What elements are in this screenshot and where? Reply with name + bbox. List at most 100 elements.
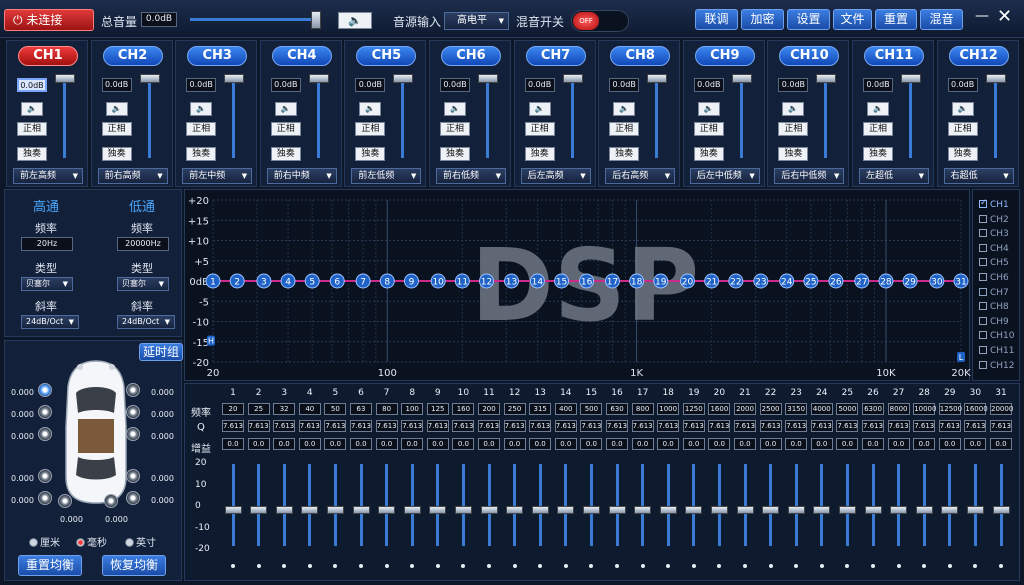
channel-solo-button[interactable]: 独奏 [524, 147, 555, 161]
reset-eq-button[interactable]: 重置均衡 [18, 555, 82, 576]
eq-gain-input[interactable]: 0.0 [759, 438, 782, 450]
legend-item-ch5[interactable]: CH5 [979, 258, 1009, 268]
eq-gain-input[interactable]: 0.0 [913, 438, 936, 450]
eq-gain-input[interactable]: 0.0 [862, 438, 884, 450]
channel-gain-slider-handle[interactable] [393, 74, 414, 83]
channel-gain-slider-handle[interactable] [478, 74, 498, 83]
channel-select-button[interactable]: CH11 [864, 46, 924, 66]
eq-gain-input[interactable]: 0.0 [734, 438, 756, 450]
eq-gain-input[interactable]: 0.0 [708, 438, 731, 450]
eq-gain-input[interactable]: 0.0 [836, 438, 859, 450]
channel-phase-button[interactable]: 正相 [270, 122, 301, 136]
menu-button-5[interactable]: 重置 [875, 9, 917, 30]
master-volume-slider[interactable] [190, 18, 318, 21]
eq-band-slider-handle[interactable] [710, 506, 728, 514]
channel-gain-value[interactable]: 0.0dB [609, 78, 640, 92]
eq-q-input[interactable]: 7.613 [785, 420, 808, 432]
channel-gain-slider-handle[interactable] [985, 74, 1006, 83]
master-mute-button[interactable]: 🔈 [338, 12, 372, 29]
menu-button-6[interactable]: 混音 [920, 9, 963, 30]
eq-q-input[interactable]: 7.613 [273, 420, 296, 432]
source-input-select[interactable]: 高电平 ▼ [444, 12, 509, 30]
speaker-icon[interactable] [38, 427, 52, 441]
eq-gain-input[interactable]: 0.0 [810, 438, 833, 450]
channel-gain-value[interactable]: 0.0dB [947, 78, 978, 92]
eq-band-slider-handle[interactable] [250, 506, 268, 514]
channel-position-select[interactable]: 后左高频 ▼ [520, 168, 591, 184]
eq-band-slider[interactable] [231, 464, 235, 546]
delay-value-5[interactable]: 0.000 [11, 496, 34, 505]
eq-gain-input[interactable]: 0.0 [529, 438, 552, 450]
eq-freq-input[interactable]: 8000 [887, 403, 910, 415]
eq-band-slider[interactable] [897, 464, 901, 546]
eq-band-slider-handle[interactable] [557, 506, 575, 514]
legend-item-ch4[interactable]: CH4 [979, 243, 1009, 254]
eq-band-slider[interactable] [359, 464, 363, 546]
channel-gain-slider-handle[interactable] [562, 74, 583, 83]
eq-freq-input[interactable]: 25 [247, 403, 270, 415]
legend-item-ch10[interactable]: CH10 [979, 331, 1015, 341]
speaker-icon[interactable] [126, 491, 140, 505]
eq-freq-input[interactable]: 5000 [836, 403, 859, 415]
eq-band-slider-handle[interactable] [582, 506, 600, 514]
speaker-icon[interactable] [38, 491, 52, 505]
channel-gain-slider[interactable] [993, 78, 997, 158]
channel-gain-slider-handle[interactable] [224, 74, 245, 83]
eq-freq-input[interactable]: 3150 [785, 403, 808, 415]
channel-gain-slider-handle[interactable] [55, 74, 75, 83]
eq-gain-input[interactable]: 0.0 [682, 438, 705, 450]
eq-q-input[interactable]: 7.613 [887, 420, 910, 432]
eq-q-input[interactable]: 7.613 [836, 420, 859, 432]
channel-phase-button[interactable]: 正相 [609, 122, 640, 136]
eq-band-slider[interactable] [871, 464, 875, 546]
channel-solo-button[interactable]: 独奏 [17, 147, 47, 161]
channel-mute-button[interactable]: 🔈 [697, 102, 720, 116]
eq-freq-input[interactable]: 1000 [657, 403, 680, 415]
lp-slope-select[interactable]: 24dB/Oct ▼ [117, 315, 175, 329]
eq-freq-input[interactable]: 40 [298, 403, 321, 415]
channel-position-select[interactable]: 前左中频 ▼ [182, 168, 253, 184]
speaker-icon[interactable] [126, 383, 140, 397]
channel-solo-button[interactable]: 独奏 [355, 147, 386, 161]
channel-gain-value[interactable]: 0.0dB [101, 78, 132, 92]
channel-gain-value[interactable]: 0.0dB [186, 78, 217, 92]
speaker-icon[interactable] [104, 494, 118, 508]
eq-band-slider[interactable] [666, 464, 670, 546]
channel-gain-value[interactable]: 0.0dB [524, 78, 555, 92]
legend-item-ch9[interactable]: CH9 [979, 316, 1009, 327]
eq-band-slider[interactable] [385, 464, 389, 546]
channel-gain-slider-handle[interactable] [731, 74, 752, 83]
channel-select-button[interactable]: CH9 [694, 46, 755, 66]
eq-freq-input[interactable]: 200 [478, 403, 500, 415]
eq-band-slider-handle[interactable] [224, 506, 242, 514]
eq-gain-input[interactable]: 0.0 [350, 438, 372, 450]
eq-q-input[interactable]: 7.613 [990, 420, 1012, 432]
eq-gain-input[interactable]: 0.0 [503, 438, 526, 450]
eq-freq-input[interactable]: 50 [324, 403, 347, 415]
eq-q-input[interactable]: 7.613 [247, 420, 270, 432]
legend-item-ch11[interactable]: CH11 [979, 346, 1015, 356]
legend-item-ch12[interactable]: CH12 [979, 360, 1015, 371]
eq-band-slider[interactable] [257, 464, 261, 546]
eq-freq-input[interactable]: 160 [452, 403, 475, 415]
channel-phase-button[interactable]: 正相 [101, 122, 132, 136]
eq-band-slider-handle[interactable] [275, 506, 293, 514]
speaker-icon[interactable] [126, 469, 140, 483]
eq-band-slider-handle[interactable] [864, 506, 882, 514]
lp-freq-input[interactable]: 20000Hz [117, 237, 169, 251]
channel-solo-button[interactable]: 独奏 [101, 147, 132, 161]
eq-band-slider[interactable] [820, 464, 824, 546]
eq-band-slider[interactable] [589, 464, 593, 546]
channel-position-select[interactable]: 后右中低频 ▼ [774, 168, 845, 184]
eq-freq-input[interactable]: 80 [375, 403, 398, 415]
eq-band-slider[interactable] [564, 464, 568, 546]
eq-band-slider[interactable] [999, 464, 1003, 546]
eq-freq-input[interactable]: 16000 [964, 403, 988, 415]
legend-item-ch1[interactable]: ✓ CH1 [979, 198, 1009, 210]
eq-band-slider[interactable] [615, 464, 619, 546]
eq-band-slider-handle[interactable] [992, 506, 1010, 514]
eq-band-slider[interactable] [487, 464, 491, 546]
eq-band-slider-handle[interactable] [480, 506, 498, 514]
eq-freq-input[interactable]: 10000 [913, 403, 936, 415]
eq-q-input[interactable]: 7.613 [862, 420, 884, 432]
